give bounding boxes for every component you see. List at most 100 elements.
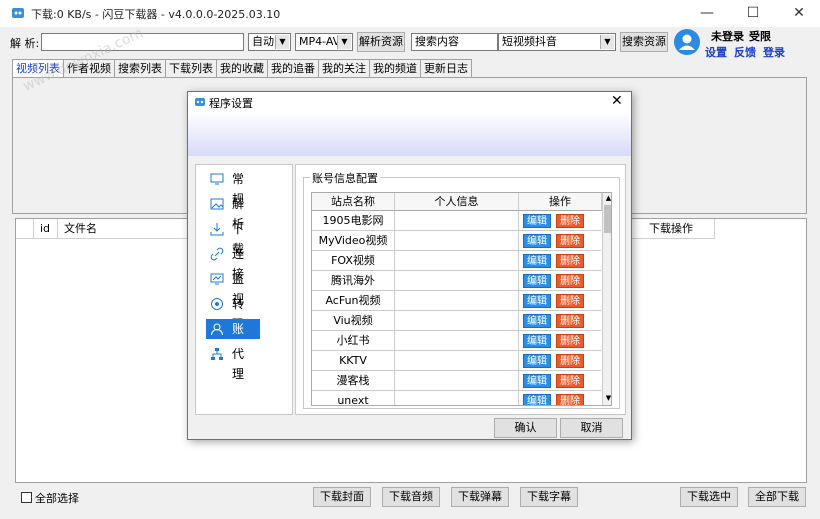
chevron-down-icon: ▼ — [600, 35, 614, 49]
actions-cell: 编辑 删除 — [519, 351, 601, 371]
edit-button[interactable]: 编辑 — [523, 274, 551, 288]
download-selected-button[interactable]: 下载选中 — [680, 487, 738, 507]
site-name: MyVideo视频 — [312, 231, 395, 251]
minimize-button[interactable]: — — [684, 0, 730, 27]
personal-info — [395, 391, 519, 405]
edit-button[interactable]: 编辑 — [523, 374, 551, 388]
download-cover-button[interactable]: 下载封面 — [313, 487, 371, 507]
delete-button[interactable]: 删除 — [556, 294, 584, 308]
table-scrollbar[interactable]: ▲ ▼ — [602, 193, 611, 405]
delete-button[interactable]: 删除 — [556, 214, 584, 228]
table-row: AcFun视频 编辑 删除 — [312, 291, 601, 311]
edit-button[interactable]: 编辑 — [523, 394, 551, 405]
personal-info — [395, 331, 519, 351]
delete-button[interactable]: 删除 — [556, 274, 584, 288]
edit-button[interactable]: 编辑 — [523, 334, 551, 348]
scroll-up-icon[interactable]: ▲ — [604, 194, 611, 202]
delete-button[interactable]: 删除 — [556, 374, 584, 388]
parse-button[interactable]: 解析资源 — [357, 32, 405, 52]
download-subtitle-button[interactable]: 下载字幕 — [520, 487, 578, 507]
download-all-button[interactable]: 全部下载 — [748, 487, 806, 507]
image-icon — [210, 198, 224, 210]
tab-search-list[interactable]: 搜索列表 — [114, 59, 166, 77]
delete-button[interactable]: 删除 — [556, 254, 584, 268]
personal-info — [395, 211, 519, 231]
nav-item-account[interactable]: 账户 — [206, 319, 260, 356]
avatar-icon[interactable] — [673, 28, 701, 56]
site-name: 1905电影网 — [312, 211, 395, 231]
tab-changelog[interactable]: 更新日志 — [420, 59, 472, 77]
delete-button[interactable]: 删除 — [556, 394, 584, 405]
nav-item-download[interactable]: 下载 — [206, 219, 260, 256]
table-row: KKTV 编辑 删除 — [312, 351, 601, 371]
tab-channels[interactable]: 我的频道 — [369, 59, 421, 77]
platform-select[interactable]: 短视频抖音 ▼ — [498, 33, 616, 51]
tab-download-list[interactable]: 下载列表 — [165, 59, 217, 77]
chevron-down-icon: ▼ — [337, 35, 351, 49]
login-link[interactable]: 登录 — [763, 44, 785, 60]
cancel-button[interactable]: 取消 — [560, 418, 623, 438]
format-select[interactable]: MP4-AVC ▼ — [295, 33, 353, 51]
download-audio-button[interactable]: 下载音频 — [382, 487, 440, 507]
nav-item-parse[interactable]: 解析 — [206, 194, 260, 231]
user-status: 未登录 — [711, 30, 744, 43]
platform-value: 短视频抖音 — [502, 35, 557, 48]
edit-button[interactable]: 编辑 — [523, 234, 551, 248]
edit-button[interactable]: 编辑 — [523, 314, 551, 328]
settings-dialog: 程序设置 ✕ 常规 解析 下载 连接 监视 转码 账户 代理 账号信息配置 站点… — [187, 91, 632, 440]
tab-following-series[interactable]: 我的追番 — [267, 59, 319, 77]
edit-button[interactable]: 编辑 — [523, 254, 551, 268]
nav-item-general[interactable]: 常规 — [206, 169, 260, 206]
actions-cell: 编辑 删除 — [519, 231, 601, 251]
delete-button[interactable]: 删除 — [556, 334, 584, 348]
scroll-down-icon[interactable]: ▼ — [604, 394, 611, 402]
quality-select[interactable]: 自动 ▼ — [248, 33, 291, 51]
close-window-button[interactable]: ✕ — [776, 0, 820, 27]
delete-button[interactable]: 删除 — [556, 234, 584, 248]
edit-button[interactable]: 编辑 — [523, 354, 551, 368]
site-name: KKTV — [312, 351, 395, 371]
site-name: 漫客栈 — [312, 371, 395, 391]
group-title: 账号信息配置 — [310, 170, 380, 186]
scrollbar-thumb[interactable] — [604, 205, 611, 233]
nav-item-monitor[interactable]: 监视 — [206, 269, 260, 306]
search-button[interactable]: 搜索资源 — [620, 32, 668, 52]
delete-button[interactable]: 删除 — [556, 354, 584, 368]
nav-item-connection[interactable]: 连接 — [206, 244, 260, 281]
column-header-checkbox[interactable] — [16, 219, 34, 239]
personal-info — [395, 291, 519, 311]
feedback-link[interactable]: 反馈 — [734, 44, 756, 60]
link-icon — [210, 247, 224, 261]
dialog-close-icon[interactable]: ✕ — [611, 93, 623, 109]
edit-button[interactable]: 编辑 — [523, 214, 551, 228]
nav-item-proxy[interactable]: 代理 — [206, 344, 260, 381]
maximize-button[interactable]: ☐ — [730, 0, 776, 27]
personal-info — [395, 371, 519, 391]
nav-item-transcode[interactable]: 转码 — [206, 294, 260, 331]
column-header-download-op[interactable]: 下载操作 — [628, 219, 715, 239]
actions-cell: 编辑 删除 — [519, 251, 601, 271]
network-icon — [211, 348, 223, 360]
app-icon — [12, 8, 24, 18]
edit-button[interactable]: 编辑 — [523, 294, 551, 308]
account-table: 站点名称 个人信息 操作 1905电影网 编辑 删除 MyVideo视频 编辑 删除 F… — [311, 192, 612, 406]
monitor-icon — [210, 273, 224, 285]
tab-following[interactable]: 我的关注 — [318, 59, 370, 77]
download-danmaku-button[interactable]: 下载弹幕 — [451, 487, 509, 507]
table-row: FOX视频 编辑 删除 — [312, 251, 601, 271]
settings-link[interactable]: 设置 — [705, 44, 727, 60]
select-all-checkbox[interactable] — [21, 492, 32, 503]
actions-cell: 编辑 删除 — [519, 271, 601, 291]
tab-favorites[interactable]: 我的收藏 — [216, 59, 268, 77]
delete-button[interactable]: 删除 — [556, 314, 584, 328]
actions-cell: 编辑 删除 — [519, 291, 601, 311]
dialog-title: 程序设置 — [209, 97, 253, 110]
chevron-down-icon: ▼ — [275, 35, 289, 49]
table-row: MyVideo视频 编辑 删除 — [312, 231, 601, 251]
search-input[interactable]: 搜索内容 — [411, 33, 498, 51]
confirm-button[interactable]: 确认 — [494, 418, 557, 438]
column-header-personal-info: 个人信息 — [395, 193, 519, 211]
actions-cell: 编辑 删除 — [519, 371, 601, 391]
app-icon — [195, 98, 205, 106]
column-header-id[interactable]: id — [34, 219, 58, 239]
